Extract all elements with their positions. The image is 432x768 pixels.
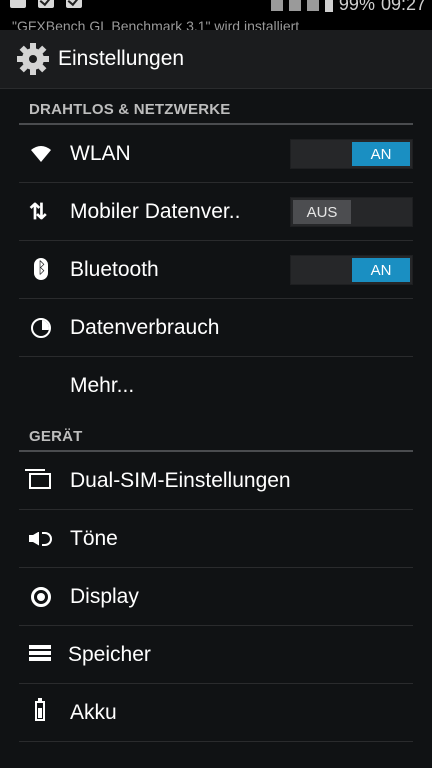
battery-percent: 99%: [338, 0, 375, 14]
settings-gear-icon[interactable]: [16, 42, 50, 76]
speaker-icon: [29, 527, 53, 551]
clock: 09:27: [380, 0, 426, 14]
settings-item-label: Display: [70, 584, 139, 608]
wifi-icon: [29, 142, 53, 166]
settings-item-label: Mobiler Datenver..: [70, 199, 241, 223]
settings-item-mobile-data[interactable]: ⇅ Mobiler Datenver.. AUS: [19, 183, 413, 241]
action-bar: Einstellungen: [0, 30, 432, 89]
settings-item-label: Datenverbrauch: [70, 315, 220, 339]
settings-item-label: Akku: [70, 700, 117, 724]
section-header-device: GERÄT: [19, 415, 413, 452]
status-bar: "GFXBench GL Benchmark 3.1" wird install…: [0, 0, 432, 30]
settings-item-label: Speicher: [68, 642, 151, 666]
storage-icon: [29, 643, 51, 667]
bluetooth-status-icon: [270, 0, 283, 11]
check-notification-icon: [38, 0, 54, 8]
gallery-notification-icon: [10, 0, 26, 8]
settings-item-storage[interactable]: Speicher: [19, 626, 413, 684]
settings-item-label: WLAN: [70, 141, 131, 165]
data-usage-icon: [29, 316, 53, 340]
settings-item-more[interactable]: Mehr...: [19, 357, 413, 415]
settings-list: DRAHTLOS & NETZWERKE WLAN AN ⇅ Mobiler D…: [0, 88, 432, 742]
mobile-data-arrows-icon: ⇅: [29, 198, 48, 224]
settings-item-battery[interactable]: Akku: [19, 684, 413, 742]
bluetooth-icon: [29, 257, 53, 282]
dual-sim-icon: [25, 468, 53, 493]
status-notification-text: "GFXBench GL Benchmark 3.1" wird install…: [12, 18, 300, 30]
status-left-icons: [10, 0, 82, 8]
toggle-thumb: AUS: [293, 200, 351, 224]
section-header-wireless: DRAHTLOS & NETZWERKE: [19, 88, 413, 125]
wlan-toggle[interactable]: AN: [290, 139, 413, 169]
settings-item-bluetooth[interactable]: Bluetooth AN: [19, 241, 413, 299]
signal-status-icon: [306, 0, 319, 11]
settings-item-dual-sim[interactable]: Dual-SIM-Einstellungen: [19, 452, 413, 510]
settings-item-label: Dual-SIM-Einstellungen: [70, 468, 291, 492]
settings-item-data-usage[interactable]: Datenverbrauch: [19, 299, 413, 357]
settings-item-label: Bluetooth: [70, 257, 159, 281]
wifi-status-icon: [288, 0, 301, 11]
battery-status-icon: [324, 0, 333, 12]
battery-icon: [29, 697, 53, 725]
bluetooth-toggle[interactable]: AN: [290, 255, 413, 285]
check-notification-icon-2: [66, 0, 82, 8]
settings-item-label: Mehr...: [70, 374, 135, 397]
toggle-thumb: AN: [352, 142, 410, 166]
settings-item-label: Töne: [70, 526, 118, 550]
settings-item-sounds[interactable]: Töne: [19, 510, 413, 568]
page-title: Einstellungen: [58, 47, 185, 70]
toggle-thumb: AN: [352, 258, 410, 282]
status-right-icons: 99% 09:27: [270, 0, 426, 15]
settings-item-wlan[interactable]: WLAN AN: [19, 125, 413, 183]
mobile-data-toggle[interactable]: AUS: [290, 197, 413, 227]
settings-item-display[interactable]: Display: [19, 568, 413, 626]
brightness-icon: [29, 585, 53, 609]
